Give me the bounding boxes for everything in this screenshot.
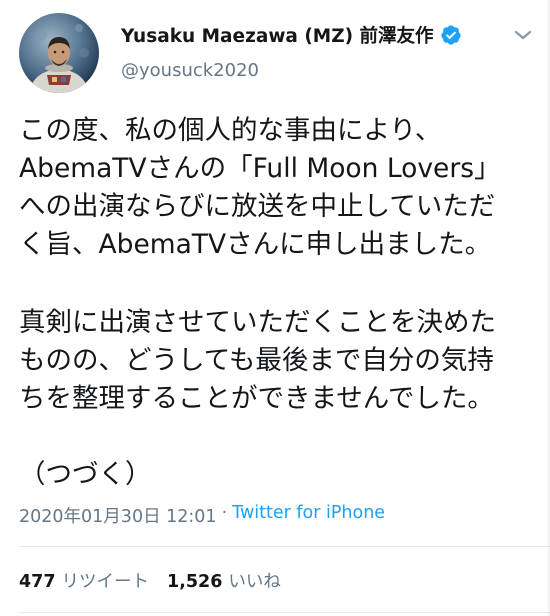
retweets-label: リツイート	[61, 572, 150, 592]
divider	[19, 612, 550, 613]
likes-stat[interactable]: 1,526 いいね	[167, 568, 281, 593]
tweet-stats: 477 リツイート 1,526 いいね	[19, 568, 299, 593]
tweet-text-line: 真剣に出演させていただくことを決めた	[19, 307, 496, 338]
tweet-card: Yusaku Maezawa (MZ) 前澤友作 @yousuck2020 この…	[0, 0, 550, 616]
likes-label: いいね	[228, 572, 281, 592]
tweet-source-link[interactable]: Twitter for iPhone	[232, 503, 385, 528]
tweet-text-line: く旨、AbemaTVさんに申し出ました。	[19, 229, 492, 260]
avatar[interactable]	[19, 13, 99, 93]
chevron-down-icon	[514, 30, 532, 40]
display-name[interactable]: Yusaku Maezawa (MZ) 前澤友作	[121, 22, 434, 48]
tweet-text-line: AbemaTVさんの「Full Moon Lovers」	[19, 153, 501, 184]
tweet-text-line: （つづく）	[19, 459, 152, 490]
user-handle[interactable]: @yousuck2020	[121, 60, 259, 81]
verified-badge-icon	[440, 24, 462, 46]
display-name-row[interactable]: Yusaku Maezawa (MZ) 前澤友作	[121, 20, 462, 50]
scroll-edge	[546, 0, 550, 616]
tweet-text-line: への出演ならびに放送を中止していただ	[19, 191, 496, 222]
tweet-timestamp[interactable]: 2020年01月30日 12:01	[19, 503, 217, 528]
paragraph-break	[19, 418, 539, 456]
likes-count: 1,526	[167, 572, 223, 592]
tweet-metadata: 2020年01月30日 12:01 · Twitter for iPhone	[19, 503, 385, 528]
tweet-text-line: ちを整理することができませんでした。	[19, 383, 494, 414]
tweet-text: この度、私の個人的な事由により、 AbemaTVさんの「Full Moon Lo…	[19, 112, 539, 494]
divider	[19, 546, 550, 547]
retweets-count: 477	[19, 572, 56, 592]
meta-separator: ·	[221, 503, 228, 523]
tweet-text-line: ものの、どうしても最後まで自分の気持	[19, 345, 494, 376]
retweets-stat[interactable]: 477 リツイート	[19, 568, 149, 593]
paragraph-break	[19, 264, 539, 304]
tweet-text-line: この度、私の個人的な事由により、	[19, 115, 442, 146]
tweet-options-button[interactable]	[510, 22, 536, 48]
avatar-image	[19, 13, 99, 93]
